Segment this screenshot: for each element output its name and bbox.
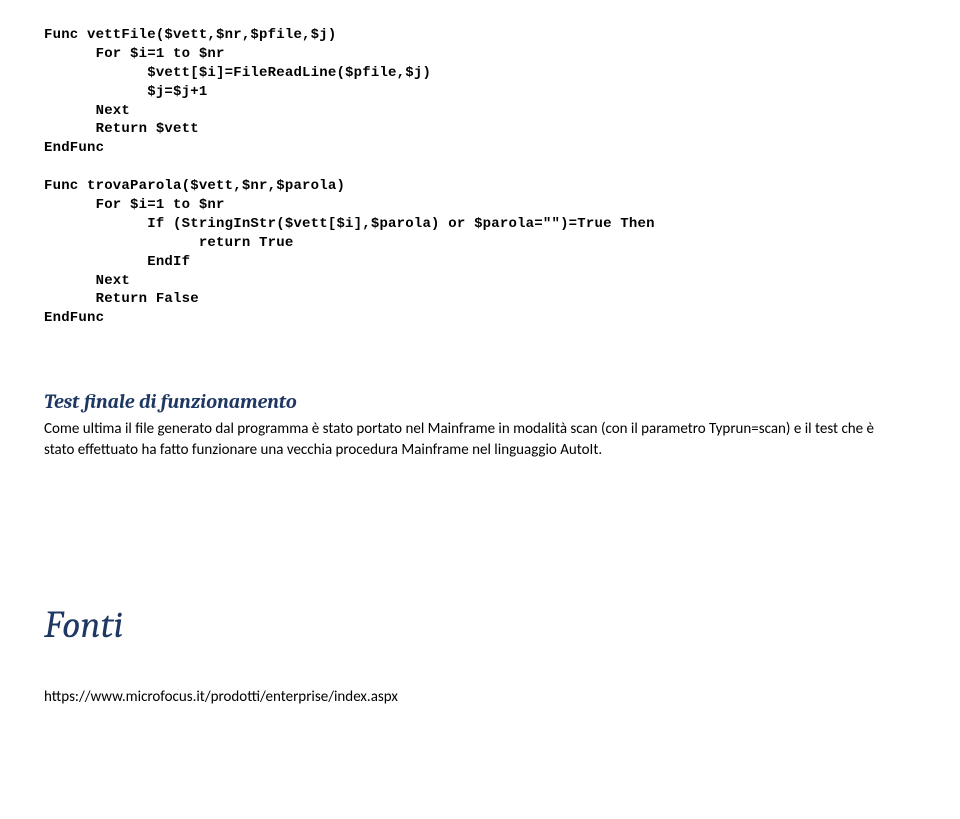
fonti-heading: Fonti	[44, 600, 916, 651]
body-paragraph: Come ultima il file generato dal program…	[44, 419, 884, 460]
source-link: https://www.microfocus.it/prodotti/enter…	[44, 687, 916, 707]
code-listing: Func vettFile($vett,$nr,$pfile,$j) For $…	[44, 26, 916, 328]
section-heading: Test finale di funzionamento	[44, 388, 916, 415]
